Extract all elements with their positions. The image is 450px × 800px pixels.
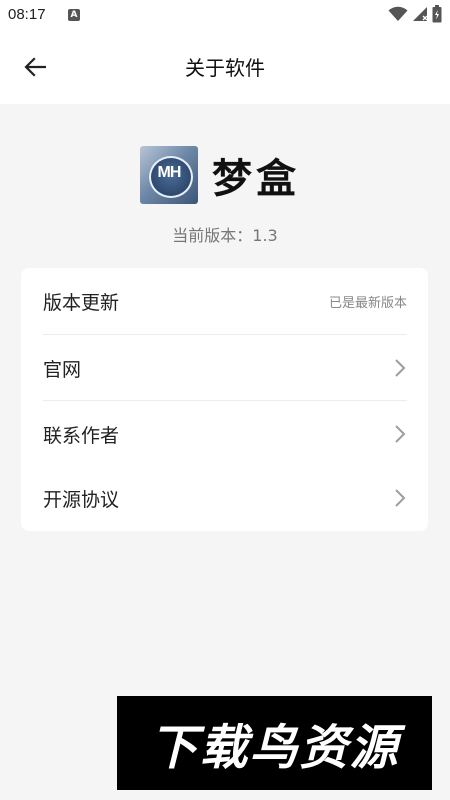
wifi-icon [388, 6, 408, 26]
settings-row-label: 官网 [43, 358, 82, 381]
update-status: 已是最新版本 [328, 295, 407, 311]
notification-app-icon: A [68, 9, 80, 21]
back-button[interactable] [18, 52, 52, 86]
settings-row-contact-author[interactable]: 联系作者 [43, 401, 407, 467]
arrow-left-icon [24, 57, 47, 81]
current-version: 当前版本：1.3 [172, 226, 278, 245]
settings-card: 版本更新 已是最新版本 官网 联系作者 开源协议 [21, 268, 428, 531]
settings-row-open-source-license[interactable]: 开源协议 [43, 465, 407, 531]
settings-row-update[interactable]: 版本更新 已是最新版本 [43, 268, 407, 334]
app-logo-text: MH [157, 164, 182, 181]
app-name: 梦盒 [212, 156, 300, 202]
app-header: MH 梦盒 [140, 145, 300, 205]
page-title: 关于软件 [185, 56, 265, 80]
settings-row-label: 版本更新 [43, 291, 120, 314]
chevron-right-icon [393, 487, 407, 509]
app-bar: 关于软件 [0, 32, 450, 104]
status-icons [388, 5, 442, 27]
settings-row-label: 开源协议 [43, 488, 120, 511]
watermark: 下载鸟资源 [117, 696, 432, 790]
signal-icon [412, 6, 428, 26]
app-logo: MH [140, 146, 198, 204]
status-time: 08:17 [8, 6, 46, 23]
battery-icon [432, 5, 442, 27]
status-bar: 08:17 A [0, 0, 450, 32]
chevron-right-icon [393, 357, 407, 379]
settings-row-label: 联系作者 [43, 424, 120, 447]
chevron-right-icon [393, 423, 407, 445]
settings-row-website[interactable]: 官网 [43, 335, 407, 401]
